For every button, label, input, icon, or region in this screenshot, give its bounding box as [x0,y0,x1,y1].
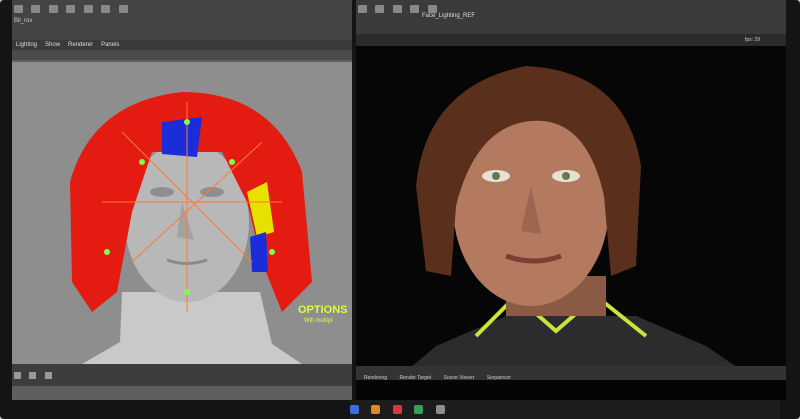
timeline-bar[interactable] [12,364,352,386]
start-icon[interactable] [350,405,359,414]
toolbar-icon[interactable] [83,5,93,13]
forward-icon[interactable] [44,372,52,379]
app-icon[interactable] [371,405,381,414]
render-topbar: Face_Lighting_REF [356,0,786,34]
toolbar-icon[interactable] [427,5,437,13]
footer-item[interactable]: Scene Viewer [444,375,475,381]
options-watermark: OPTIONS [298,304,348,316]
toolbar-icon[interactable] [31,5,41,13]
options-watermark-sub: Will multipl [304,318,333,324]
toolbar-icon[interactable] [66,5,76,13]
viewport-menubar: Lighting Show Renderer Panels [12,40,352,50]
toolbar-icon[interactable] [358,5,367,13]
toolbar-icon[interactable] [101,5,111,13]
footer-item[interactable]: Sequencer [487,375,511,381]
toolbar-icon[interactable] [392,5,402,13]
left-screen-3d-app: Bil_rov Lighting Show Renderer Panels OP… [12,0,352,400]
toolbar-icon[interactable] [48,5,58,13]
rewind-icon[interactable] [14,372,21,379]
render-file-title: Face_Lighting_REF [422,13,476,19]
footer-item[interactable]: Render Target [400,375,432,381]
play-icon[interactable] [29,372,37,379]
right-screen-render: Face_Lighting_REF fps: 29 Rendering Rend… [356,0,786,400]
menu-renderer[interactable]: Renderer [68,42,93,48]
app-icon[interactable] [392,405,402,414]
app-topbar: Bil_rov [12,0,352,40]
toolbar-icon[interactable] [14,5,23,13]
windows-taskbar [350,400,780,419]
footer-item[interactable]: Rendering [364,375,387,381]
render-subbar: fps: 29 [356,34,786,46]
rendered-character-portrait [356,46,786,380]
menu-panels[interactable]: Panels [101,42,119,48]
app-icon[interactable] [414,405,424,414]
3d-viewport[interactable] [12,62,352,364]
hair-rig-model [12,62,352,364]
render-status: fps: 29 [744,37,760,43]
app-icon[interactable] [435,405,445,414]
viewport-toolbar [12,50,352,60]
toolbar-icon[interactable] [410,5,420,13]
scene-tab[interactable]: Bil_rov [14,18,32,24]
toolbar-icon[interactable] [118,5,128,13]
toolbar-icon[interactable] [375,5,385,13]
menu-lighting[interactable]: Lighting [16,42,37,48]
menu-show[interactable]: Show [45,42,60,48]
render-footer: Rendering Render Target Scene Viewer Seq… [356,366,786,381]
